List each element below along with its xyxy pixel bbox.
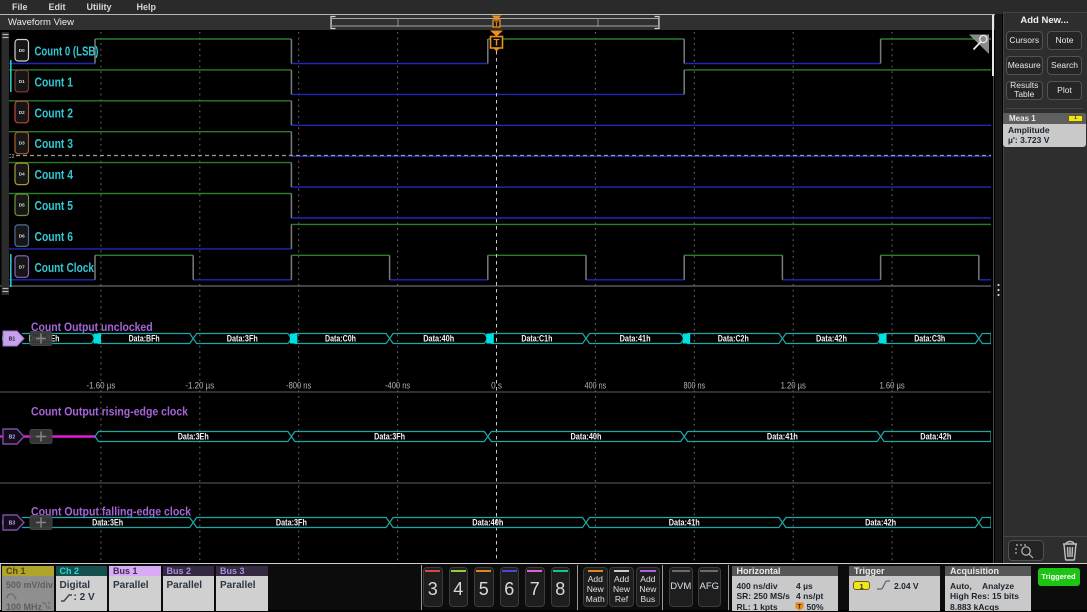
svg-text:Data:3Eh: Data:3Eh: [178, 431, 209, 441]
svg-text:Data:41h: Data:41h: [620, 333, 651, 343]
svg-text:D5: D5: [19, 203, 25, 208]
svg-text:Data:42h: Data:42h: [816, 333, 847, 343]
svg-text:Data:41h: Data:41h: [767, 431, 798, 441]
svg-text:B3: B3: [9, 521, 16, 527]
svg-text:D4: D4: [19, 172, 25, 177]
svg-text:Count 1: Count 1: [35, 74, 74, 89]
svg-text:Data:3Fh: Data:3Fh: [227, 333, 258, 343]
svg-text:Count 0 (LSB): Count 0 (LSB): [35, 44, 99, 59]
svg-text:-1.60 µs: -1.60 µs: [87, 381, 116, 391]
svg-text:800 ns: 800 ns: [684, 381, 706, 391]
svg-text:T: T: [495, 22, 499, 28]
svg-text:Count 3: Count 3: [35, 136, 74, 151]
svg-text:Data:41h: Data:41h: [669, 517, 700, 527]
svg-text:Count 5: Count 5: [35, 198, 74, 213]
svg-text:Data:C1h: Data:C1h: [521, 333, 552, 343]
svg-text:D3: D3: [19, 141, 25, 146]
svg-text:Data:3Eh: Data:3Eh: [92, 517, 123, 527]
svg-text:T: T: [494, 38, 500, 49]
svg-text:D1: D1: [19, 79, 25, 84]
svg-text:Data:C2h: Data:C2h: [718, 333, 749, 343]
svg-text:-1.20 µs: -1.20 µs: [185, 381, 214, 391]
svg-text:Data:C3h: Data:C3h: [914, 333, 945, 343]
svg-text:D7: D7: [19, 264, 25, 269]
svg-text:B1: B1: [9, 337, 16, 343]
svg-text:Data:40h: Data:40h: [571, 431, 602, 441]
svg-text:D2: D2: [19, 110, 25, 115]
svg-text:Count 2: Count 2: [35, 105, 74, 120]
svg-text:Data:40h: Data:40h: [472, 517, 503, 527]
svg-text:B2: B2: [9, 435, 16, 441]
svg-text:Count Output falling-edge cloc: Count Output falling-edge clock: [31, 504, 191, 518]
svg-text:1.20 µs: 1.20 µs: [781, 381, 807, 391]
svg-text:D0: D0: [19, 48, 25, 53]
svg-text:Count 6: Count 6: [35, 229, 74, 244]
svg-text:Data:3Fh: Data:3Fh: [276, 517, 307, 527]
svg-text:Count 4: Count 4: [35, 167, 74, 182]
svg-text:1.60 µs: 1.60 µs: [880, 381, 906, 391]
svg-text:0 s: 0 s: [491, 381, 502, 391]
svg-text:Data:42h: Data:42h: [865, 517, 896, 527]
svg-text:D6: D6: [19, 233, 25, 238]
svg-text:Count Output rising-edge clock: Count Output rising-edge clock: [31, 404, 188, 418]
svg-text:-400 ns: -400 ns: [385, 381, 411, 391]
svg-text:Data:BFh: Data:BFh: [129, 333, 160, 343]
svg-text:Data:42h: Data:42h: [920, 431, 951, 441]
svg-text:Data:40h: Data:40h: [423, 333, 454, 343]
svg-text:Data:C0h: Data:C0h: [325, 333, 356, 343]
svg-text:Data:3Fh: Data:3Fh: [374, 431, 405, 441]
svg-text:Count Clock: Count Clock: [35, 260, 95, 275]
svg-text:-800 ns: -800 ns: [286, 381, 312, 391]
svg-text:400 ns: 400 ns: [585, 381, 607, 391]
